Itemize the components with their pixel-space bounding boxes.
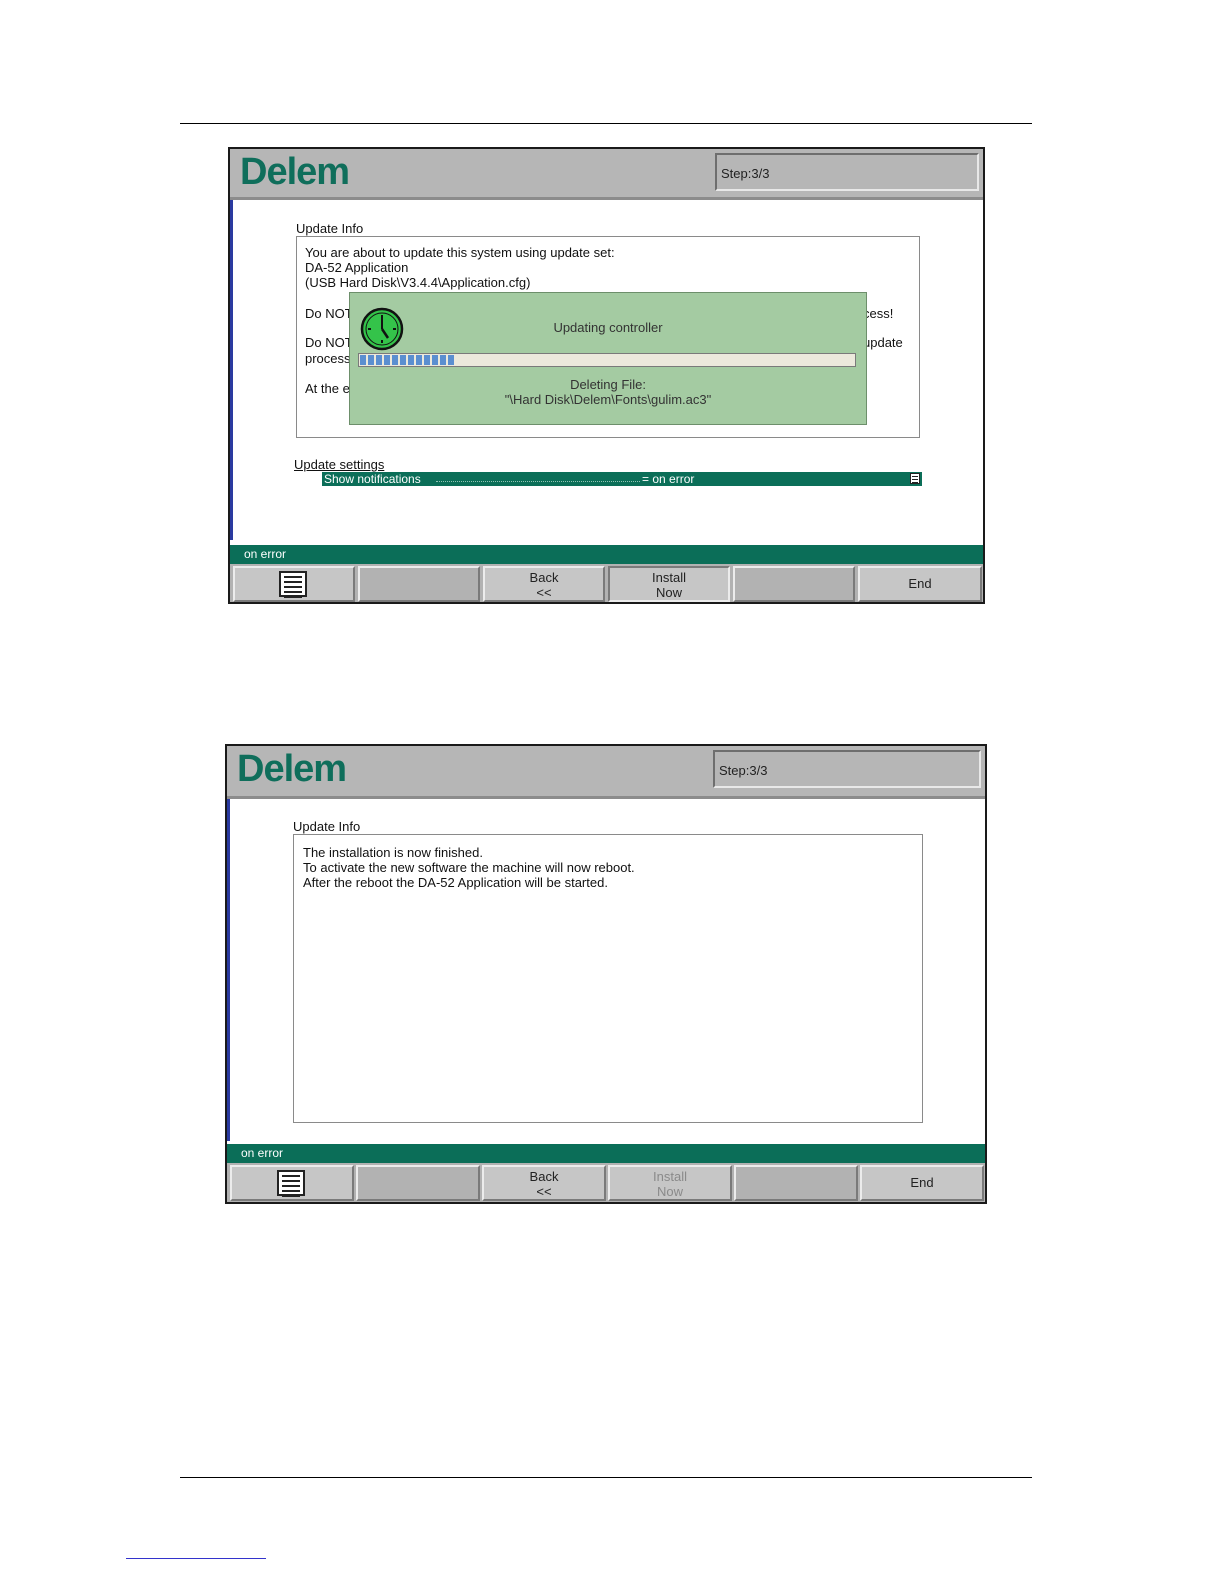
info-line: The installation is now finished. xyxy=(303,845,483,860)
info-line: Do NOT xyxy=(305,306,353,321)
install-sub-label: Now xyxy=(656,1184,683,1199)
empty-softkey[interactable] xyxy=(356,1165,480,1201)
setting-value: = on error xyxy=(642,472,695,486)
list-select-icon[interactable] xyxy=(910,473,920,484)
status-label: Deleting File: xyxy=(570,377,646,392)
install-now-button[interactable]: Install Now xyxy=(608,566,730,602)
step-indicator: Step:3/3 xyxy=(713,750,981,788)
back-sub-label: << xyxy=(536,1184,552,1199)
left-accent-bar xyxy=(227,799,230,1141)
install-label: Install xyxy=(652,570,686,585)
page-bottom-rule xyxy=(180,1477,1032,1478)
step-indicator: Step:3/3 xyxy=(715,153,979,191)
update-screen-finished: Delem Step:3/3 Update Info The installat… xyxy=(225,744,987,1204)
progress-fill xyxy=(360,355,455,365)
end-label: End xyxy=(910,1175,934,1190)
setting-name: Show notifications xyxy=(324,472,421,486)
empty-softkey[interactable] xyxy=(733,566,855,602)
info-line: After the reboot the DA-52 Application w… xyxy=(303,875,608,890)
delem-logo: Delem xyxy=(237,748,347,790)
setting-row-show-notifications[interactable]: Show notifications = on error xyxy=(322,472,922,486)
progress-bar xyxy=(358,353,856,367)
status-file: "\Hard Disk\Delem\Fonts\gulim.ac3" xyxy=(504,392,712,407)
info-line: At the e xyxy=(305,381,350,396)
back-label: Back xyxy=(529,1169,559,1184)
update-info-title: Update Info xyxy=(293,819,361,834)
document-list-button[interactable] xyxy=(233,566,355,602)
info-line: Do NOT xyxy=(305,335,353,350)
status-bar: on error xyxy=(230,545,983,564)
document-list-icon xyxy=(277,1170,305,1197)
info-line: cess! xyxy=(863,306,894,321)
install-label: Install xyxy=(653,1169,687,1184)
document-list-icon xyxy=(279,571,307,598)
button-bar: Back << Install Now End xyxy=(230,564,983,602)
info-line: process xyxy=(305,351,351,366)
status-bar: on error xyxy=(227,1144,985,1163)
back-button[interactable]: Back << xyxy=(483,566,605,602)
back-label: Back xyxy=(529,570,559,585)
info-line: You are about to update this system usin… xyxy=(305,245,615,260)
update-info-title: Update Info xyxy=(296,221,364,236)
update-screen-progress: Delem Step:3/3 Update Info You are about… xyxy=(228,147,985,604)
end-button[interactable]: End xyxy=(860,1165,984,1201)
info-line: DA-52 Application xyxy=(305,260,409,275)
info-line: To activate the new software the machine… xyxy=(303,860,635,875)
header-bar: Delem Step:3/3 xyxy=(227,746,985,799)
end-button[interactable]: End xyxy=(858,566,982,602)
install-now-button[interactable]: Install Now xyxy=(608,1165,732,1201)
setting-leader xyxy=(436,481,640,482)
back-button[interactable]: Back << xyxy=(482,1165,606,1201)
info-line: (USB Hard Disk\V3.4.4\Application.cfg) xyxy=(305,275,531,290)
document-list-button[interactable] xyxy=(230,1165,354,1201)
updating-dialog: Updating controller Deleting File: "\Har… xyxy=(349,292,867,425)
button-bar: Back << Install Now End xyxy=(227,1163,985,1202)
end-label: End xyxy=(908,576,932,591)
header-bar: Delem Step:3/3 xyxy=(230,149,983,200)
page-top-rule xyxy=(180,123,1032,124)
left-accent-bar xyxy=(230,200,233,540)
empty-softkey[interactable] xyxy=(734,1165,858,1201)
footer-link-underline xyxy=(126,1558,266,1559)
info-line: update xyxy=(863,335,903,350)
update-settings-title: Update settings xyxy=(294,457,385,472)
dialog-title: Updating controller xyxy=(553,320,663,335)
update-info-box: The installation is now finished. To act… xyxy=(293,834,923,1123)
delem-logo: Delem xyxy=(240,151,350,193)
empty-softkey[interactable] xyxy=(358,566,480,602)
back-sub-label: << xyxy=(536,585,552,600)
install-sub-label: Now xyxy=(655,585,682,600)
